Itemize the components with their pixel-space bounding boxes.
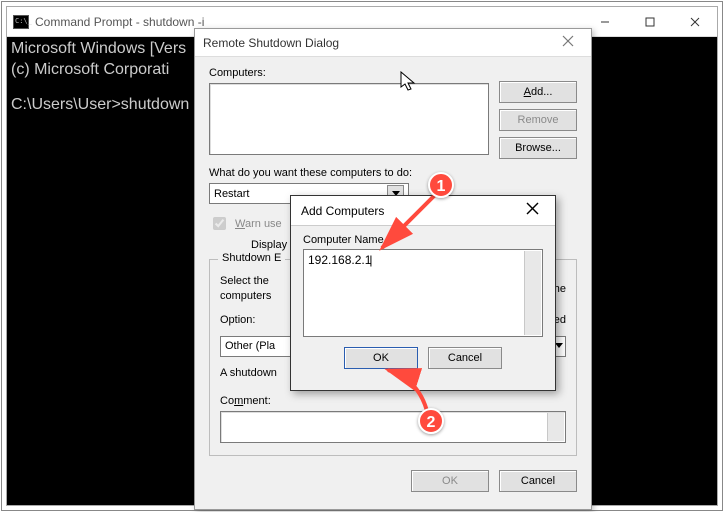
add-computers-dialog: Add Computers Computer Name 192.168.2.1 …	[290, 195, 556, 391]
warn-checkbox	[213, 217, 226, 230]
computer-name-input[interactable]: 192.168.2.1	[303, 249, 543, 337]
ac-close-button[interactable]	[520, 202, 545, 220]
ac-titlebar: Add Computers	[291, 196, 555, 226]
option-label: Option:	[220, 314, 255, 326]
computers-label: Computers:	[209, 67, 577, 79]
ac-title: Add Computers	[301, 204, 384, 218]
close-button[interactable]	[672, 7, 717, 36]
computer-name-label: Computer Name	[303, 234, 543, 246]
groupbox-title: Shutdown E	[218, 252, 285, 264]
computers-list[interactable]	[209, 83, 489, 155]
remove-button: Remove	[499, 109, 577, 131]
rsd-title: Remote Shutdown Dialog	[203, 36, 339, 50]
ac-cancel-button[interactable]: Cancel	[428, 347, 502, 369]
rsd-cancel-button[interactable]: Cancel	[499, 470, 577, 492]
add-button[interactable]: Add...	[499, 81, 577, 103]
rsd-close-button[interactable]	[553, 34, 583, 51]
option-value: Other (Pla	[225, 340, 275, 352]
group-text-2: computers	[220, 290, 271, 302]
browse-button[interactable]: Browse...	[499, 137, 577, 159]
comment-label: Comment:	[220, 395, 566, 407]
rsd-titlebar: Remote Shutdown Dialog	[195, 29, 591, 57]
rsd-ok-button: OK	[411, 470, 489, 492]
group-text-1: Select the	[220, 275, 269, 287]
warn-label: Warn use	[235, 218, 282, 230]
maximize-button[interactable]	[627, 7, 672, 36]
ac-ok-button[interactable]: OK	[344, 347, 418, 369]
action-label: What do you want these computers to do:	[209, 167, 577, 179]
comment-input[interactable]	[220, 411, 566, 443]
action-value: Restart	[214, 188, 249, 200]
cmd-line1: Microsoft Windows [Vers	[11, 40, 186, 57]
cmd-title: Command Prompt - shutdown -i	[35, 15, 582, 29]
computer-name-value: 192.168.2.1	[308, 253, 373, 267]
cmd-icon	[13, 15, 29, 29]
